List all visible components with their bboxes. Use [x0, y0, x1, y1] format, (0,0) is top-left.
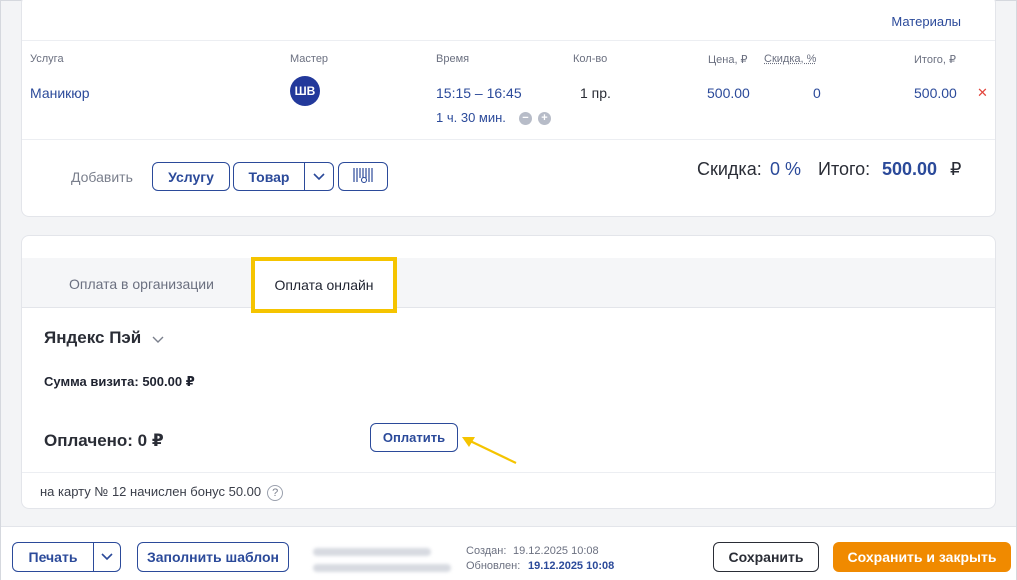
help-icon[interactable]: ? [267, 484, 284, 501]
time-range[interactable]: 15:15 – 16:45 [436, 85, 522, 101]
total-value: 500.00 [914, 85, 957, 101]
print-button[interactable]: Печать [12, 542, 121, 572]
summary-discount-value: 0 % [770, 159, 802, 179]
tab-payment-organization[interactable]: Оплата в организации [69, 276, 214, 292]
annotation-arrow-icon [462, 437, 517, 464]
save-and-close-button[interactable]: Сохранить и закрыть [833, 542, 1011, 572]
visit-sum: Сумма визита: 500.00 ₽ [44, 374, 195, 389]
services-card: Материалы Услуга Мастер Время Кол-во Цен… [21, 0, 996, 217]
delete-icon[interactable]: ✕ [977, 85, 988, 101]
master-avatar[interactable]: ШВ [290, 76, 320, 106]
updated-label: Обновлен: [466, 560, 521, 572]
divider [22, 40, 995, 41]
discount-value[interactable]: 0 [813, 85, 821, 101]
add-service-button[interactable]: Услугу [152, 162, 230, 191]
created-label: Создан: [466, 545, 507, 557]
tab-payment-online[interactable]: Оплата онлайн [251, 257, 397, 313]
chevron-down-icon [152, 329, 164, 349]
print-label: Печать [28, 549, 78, 565]
summary-currency: ₽ [950, 159, 962, 179]
save-button[interactable]: Сохранить [713, 542, 819, 572]
barcode-scan-button[interactable] [338, 162, 388, 191]
footer-bar: Печать Заполнить шаблон Создан: 19.12.20… [1, 526, 1016, 580]
divider [22, 472, 995, 473]
add-label: Добавить [71, 169, 133, 185]
materials-link[interactable]: Материалы [891, 14, 961, 29]
summary-discount-label: Скидка: [697, 159, 762, 179]
summary-total-value: 500.00 [882, 159, 938, 179]
duration: 1 ч. 30 мин. [436, 110, 506, 125]
fill-template-button[interactable]: Заполнить шаблон [137, 542, 289, 572]
column-header-time: Время [436, 53, 470, 65]
payment-provider-label: Яндекс Пэй [44, 328, 142, 347]
bonus-note: на карту № 12 начислен бонус 50.00? [40, 484, 284, 501]
column-header-discount[interactable]: Скидка, % [764, 53, 816, 65]
summary-total-label: Итого: [818, 159, 871, 179]
qty-value[interactable]: 1 пр. [580, 85, 611, 101]
service-name-link[interactable]: Маникюр [30, 85, 90, 101]
divider [22, 139, 995, 140]
paid-amount: Оплачено: 0 ₽ [44, 431, 164, 450]
column-header-qty: Кол-во [573, 53, 608, 65]
add-product-label: Товар [248, 168, 290, 185]
add-product-button[interactable]: Товар [233, 162, 334, 191]
barcode-icon [351, 166, 375, 187]
column-header-price: Цена, ₽ [708, 54, 748, 66]
chevron-down-icon[interactable] [94, 553, 120, 561]
minus-icon[interactable]: − [519, 112, 532, 125]
created-value: 19.12.2025 10:08 [513, 545, 599, 557]
column-header-master: Мастер [290, 53, 329, 65]
blurred-editor [313, 564, 451, 572]
chevron-down-icon[interactable] [305, 172, 333, 181]
updated-value: 19.12.2025 10:08 [528, 560, 615, 572]
blurred-author [313, 548, 431, 556]
plus-icon[interactable]: + [538, 112, 551, 125]
price-value[interactable]: 500.00 [707, 85, 750, 101]
payment-provider-select[interactable]: Яндекс Пэй [44, 328, 164, 349]
bonus-note-text: на карту № 12 начислен бонус 50.00 [40, 484, 262, 499]
pay-button[interactable]: Оплатить [370, 423, 458, 452]
column-header-total: Итого, ₽ [914, 54, 956, 66]
column-header-service: Услуга [30, 53, 64, 65]
